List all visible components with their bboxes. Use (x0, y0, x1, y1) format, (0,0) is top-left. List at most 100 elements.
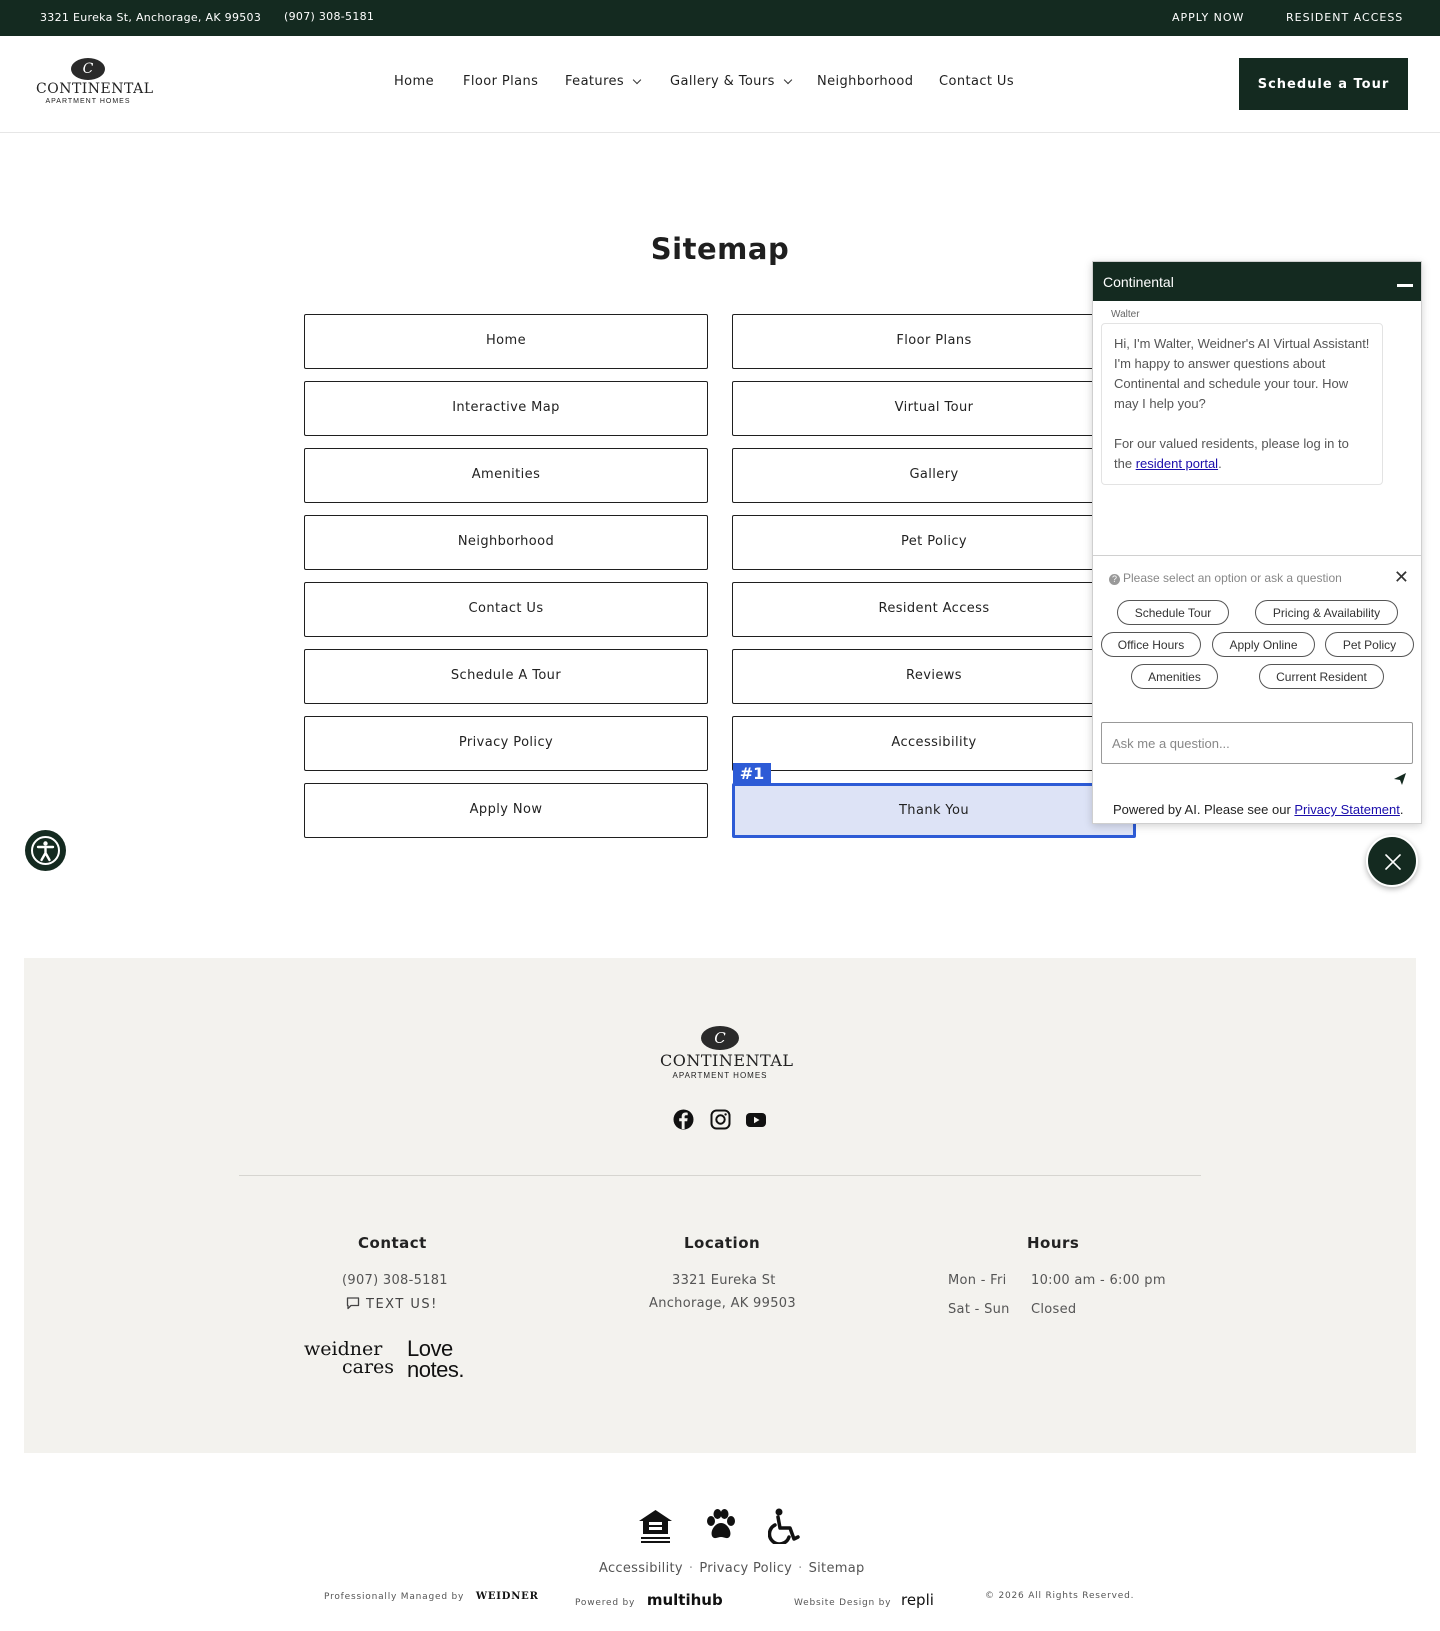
sitemap-link-virtual-tour[interactable]: Virtual Tour (732, 381, 1136, 436)
hours-days-weekday: Mon - Fri (948, 1273, 1007, 1288)
wheelchair-icon (768, 1508, 800, 1544)
weidner-cares-logo[interactable]: weidner cares (304, 1340, 395, 1378)
legal-separator: · (798, 1561, 803, 1576)
pet-paw-icon (707, 1509, 735, 1539)
sitemap-link-schedule-tour[interactable]: Schedule A Tour (304, 649, 708, 704)
sitemap-link-interactive-map[interactable]: Interactive Map (304, 381, 708, 436)
youtube-icon[interactable] (745, 1109, 767, 1130)
facebook-icon[interactable] (673, 1109, 694, 1130)
accessibility-menu-button[interactable] (25, 830, 66, 871)
nav-neighborhood[interactable]: Neighborhood (817, 74, 913, 89)
close-icon[interactable]: ✕ (1394, 567, 1409, 588)
chip-office-hours[interactable]: Office Hours (1101, 632, 1201, 657)
top-apply-link[interactable]: APPLY NOW (1172, 11, 1244, 24)
love-notes-line-2: notes. (407, 1357, 464, 1382)
sitemap-link-neighborhood[interactable]: Neighborhood (304, 515, 708, 570)
footer-location-title: Location (684, 1234, 761, 1252)
top-resident-access-link[interactable]: RESIDENT ACCESS (1286, 11, 1403, 24)
logo-emblem: C (701, 1026, 739, 1050)
legal-link-accessibility[interactable]: Accessibility (599, 1561, 683, 1576)
logo-subtitle: APARTMENT HOMES (672, 1071, 768, 1080)
chip-schedule-tour[interactable]: Schedule Tour (1117, 600, 1229, 625)
powered-by-label: Powered by (575, 1598, 636, 1608)
logo-emblem: C (71, 58, 105, 80)
chat-message-resident-suffix: . (1218, 456, 1222, 471)
chevron-down-icon (632, 75, 642, 85)
love-notes-line-1: Love (407, 1336, 453, 1361)
chip-amenities[interactable]: Amenities (1131, 664, 1218, 689)
managed-by-credit: Professionally Managed by WEIDNER (324, 1591, 539, 1602)
sitemap-link-reviews[interactable]: Reviews (732, 649, 1136, 704)
sitemap-link-resident-access[interactable]: Resident Access (732, 582, 1136, 637)
site-header: C CONTINENTAL APARTMENT HOMES Home Floor… (0, 36, 1440, 133)
chat-title: Continental (1103, 274, 1174, 290)
sitemap-link-thank-you[interactable]: Thank You (732, 783, 1136, 838)
design-by-credit: Website Design by repli (794, 1591, 934, 1609)
footer-address-line-2[interactable]: Anchorage, AK 99503 (649, 1296, 796, 1311)
footer-divider (239, 1175, 1201, 1176)
chat-toggle-button[interactable] (1366, 835, 1418, 887)
sitemap-link-amenities[interactable]: Amenities (304, 448, 708, 503)
chat-question-input[interactable] (1101, 722, 1413, 764)
minimize-icon[interactable] (1397, 284, 1413, 287)
nav-features[interactable]: Features (565, 74, 642, 89)
chat-bubble-icon (346, 1297, 360, 1310)
chip-pet-policy[interactable]: Pet Policy (1325, 632, 1414, 657)
nav-features-label: Features (565, 74, 625, 89)
legal-link-privacy-policy[interactable]: Privacy Policy (699, 1561, 792, 1576)
nav-home[interactable]: Home (394, 74, 434, 89)
chevron-down-icon (783, 75, 792, 85)
nav-floor-plans[interactable]: Floor Plans (463, 74, 538, 89)
text-us-label: TEXT US! (366, 1297, 438, 1312)
legal-separator: · (688, 1561, 694, 1576)
love-notes-logo[interactable]: Love notes. (407, 1336, 464, 1382)
nav-gallery-tours[interactable]: Gallery & Tours (670, 74, 792, 89)
logo-wordmark: CONTINENTAL (36, 81, 154, 97)
top-bar: 3321 Eureka St, Anchorage, AK 99503 (907… (0, 0, 1440, 36)
repli-logo[interactable]: repli (901, 1591, 934, 1609)
hours-days-weekend: Sat - Sun (948, 1302, 1010, 1317)
sitemap-link-contact-us[interactable]: Contact Us (304, 582, 708, 637)
chat-divider (1093, 555, 1421, 556)
top-phone-link[interactable]: (907) 308-5181 (284, 10, 374, 23)
highlight-badge: #1 (733, 763, 771, 785)
copyright: © 2026 All Rights Reserved. (985, 1591, 1135, 1601)
chat-sender-name: Walter (1111, 309, 1140, 320)
chat-message-resident: For our valued residents, please log in … (1114, 434, 1370, 474)
footer-logo[interactable]: C CONTINENTAL APARTMENT HOMES (660, 1026, 794, 1080)
footer-phone-link[interactable]: (907) 308-5181 (342, 1273, 448, 1288)
hours-time-weekend: Closed (1031, 1302, 1077, 1317)
schedule-tour-button[interactable]: Schedule a Tour (1239, 58, 1408, 110)
legal-link-sitemap[interactable]: Sitemap (809, 1561, 865, 1576)
privacy-statement-link[interactable]: Privacy Statement (1294, 802, 1400, 817)
nav-contact-us[interactable]: Contact Us (939, 74, 1014, 89)
nav-gallery-tours-label: Gallery & Tours (670, 74, 775, 89)
chat-message: Hi, I'm Walter, Weidner's AI Virtual Ass… (1101, 323, 1383, 485)
sitemap-link-gallery[interactable]: Gallery (732, 448, 1136, 503)
sitemap-link-accessibility[interactable]: Accessibility (732, 716, 1136, 771)
header-logo[interactable]: C CONTINENTAL APARTMENT HOMES (36, 58, 154, 105)
text-us-link[interactable]: TEXT US! (346, 1296, 438, 1312)
sitemap-link-privacy-policy[interactable]: Privacy Policy (304, 716, 708, 771)
sitemap-link-apply-now[interactable]: Apply Now (304, 783, 708, 838)
send-icon[interactable] (1393, 772, 1407, 786)
chip-pricing-availability[interactable]: Pricing & Availability (1255, 600, 1398, 625)
site-footer: C CONTINENTAL APARTMENT HOMES Contact (9… (24, 958, 1416, 1453)
chip-current-resident[interactable]: Current Resident (1259, 664, 1384, 689)
hours-time-weekday: 10:00 am - 6:00 pm (1031, 1273, 1166, 1288)
top-address-link[interactable]: 3321 Eureka St, Anchorage, AK 99503 (40, 11, 261, 24)
multihub-logo[interactable]: multihub (647, 1591, 723, 1609)
sitemap-link-floor-plans[interactable]: Floor Plans (732, 314, 1136, 369)
chat-footer-suffix: . (1399, 802, 1404, 817)
logo-wordmark: CONTINENTAL (660, 1051, 794, 1070)
weidner-logo[interactable]: WEIDNER (476, 1591, 539, 1602)
footer-address-line-1[interactable]: 3321 Eureka St (672, 1273, 776, 1288)
instagram-icon[interactable] (710, 1109, 731, 1130)
equal-housing-icon (639, 1510, 672, 1543)
chip-apply-online[interactable]: Apply Online (1212, 632, 1315, 657)
chat-footer-prefix: Powered by AI. Please see our (1113, 802, 1295, 817)
weidner-cares-line-2: cares (342, 1356, 395, 1378)
sitemap-link-pet-policy[interactable]: Pet Policy (732, 515, 1136, 570)
sitemap-link-home[interactable]: Home (304, 314, 708, 369)
resident-portal-link[interactable]: resident portal (1136, 456, 1218, 471)
